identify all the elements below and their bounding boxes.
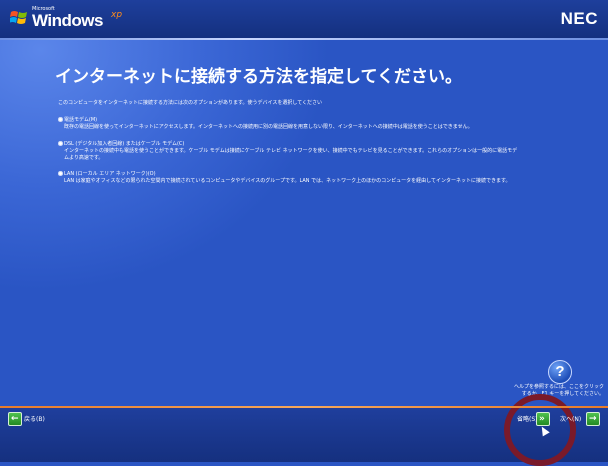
option-label: LAN (ローカル エリア ネットワーク)(O) bbox=[64, 171, 156, 177]
next-label[interactable]: 次へ(N) bbox=[560, 414, 581, 423]
brand-text: Windows bbox=[32, 11, 103, 30]
fast-forward-icon: » bbox=[539, 414, 545, 424]
option-description-cont: ムより高速です。 bbox=[64, 155, 104, 161]
option-description: LAN は家庭やオフィスなどの限られた空間内で接続されているコンピュータやデバイ… bbox=[64, 178, 511, 184]
radio-phone-modem[interactable] bbox=[58, 117, 63, 122]
footer-divider bbox=[0, 406, 608, 408]
help-text-line1: ヘルプを参照するには、ここをクリック bbox=[513, 384, 604, 390]
arrow-right-icon: → bbox=[589, 414, 597, 424]
back-button[interactable]: ← bbox=[8, 412, 22, 426]
footer-bar: ← 戻る(B) 省略(S) » 次へ(N) → bbox=[0, 394, 608, 466]
option-description: 既存の電話回線を使ってインターネットにアクセスします。インターネットへの接続用に… bbox=[64, 124, 473, 130]
header-bar: Microsoft Windows xp NEC bbox=[0, 0, 608, 38]
option-label: 電話モデム(M) bbox=[64, 117, 98, 123]
option-phone-modem[interactable]: 電話モデム(M) 既存の電話回線を使ってインターネットにアクセスします。インター… bbox=[58, 117, 473, 131]
back-label[interactable]: 戻る(B) bbox=[24, 414, 45, 423]
radio-dsl-cable[interactable] bbox=[58, 141, 63, 146]
radio-lan[interactable] bbox=[58, 171, 63, 176]
vendor-logo: NEC bbox=[560, 9, 598, 28]
page-title: インターネットに接続する方法を指定してください。 bbox=[55, 67, 462, 87]
option-dsl-cable[interactable]: DSL (デジタル加入者回線) またはケーブル モデム(C) インターネットの接… bbox=[58, 141, 518, 162]
windows-flag-icon bbox=[10, 11, 27, 24]
option-description: インターネットの接続中も電話を使うことができます。ケーブル モデムは接続にケーブ… bbox=[64, 148, 518, 154]
main-panel: インターネットに接続する方法を指定してください。 このコンピュータをインターネッ… bbox=[0, 40, 608, 406]
next-button[interactable]: → bbox=[586, 412, 600, 426]
arrow-left-icon: ← bbox=[11, 414, 19, 424]
intro-text: このコンピュータをインターネットに接続する方法には次のオプションがあります。使う… bbox=[58, 100, 323, 106]
skip-button[interactable]: » bbox=[536, 412, 550, 426]
help-icon[interactable]: ? bbox=[548, 360, 572, 384]
option-lan[interactable]: LAN (ローカル エリア ネットワーク)(O) LAN は家庭やオフィスなどの… bbox=[58, 171, 511, 185]
option-label: DSL (デジタル加入者回線) またはケーブル モデム(C) bbox=[64, 141, 185, 147]
brand-suffix: xp bbox=[111, 10, 123, 20]
skip-label[interactable]: 省略(S) bbox=[517, 414, 538, 423]
